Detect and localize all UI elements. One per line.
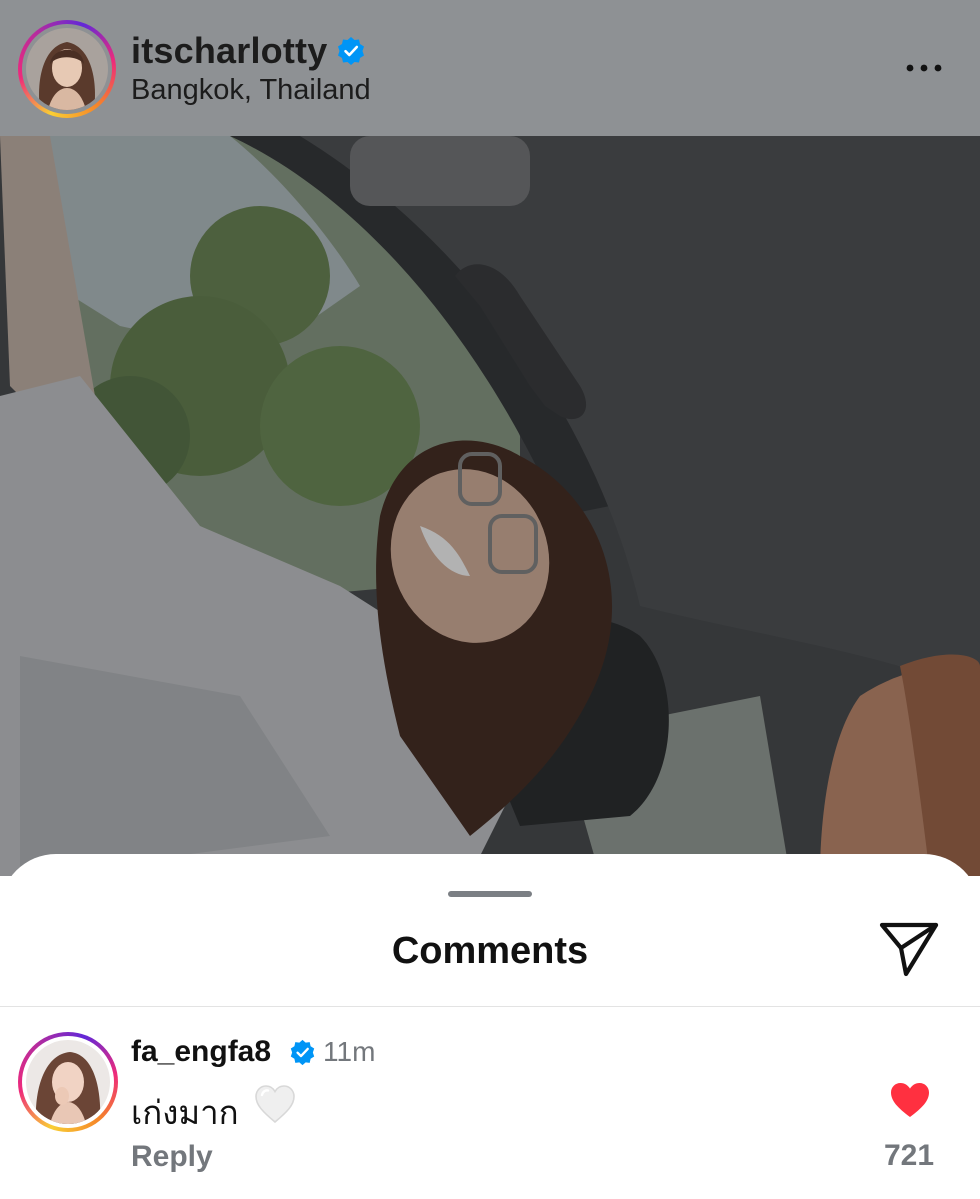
verified-badge-icon xyxy=(290,1039,315,1066)
send-icon[interactable] xyxy=(878,920,940,978)
post-photo-image xyxy=(0,136,980,876)
author-username[interactable]: itscharlotty xyxy=(131,30,327,72)
post-photo[interactable] xyxy=(0,136,980,876)
author-avatar-image xyxy=(26,28,108,110)
post-location[interactable]: Bangkok, Thailand xyxy=(131,74,371,107)
verified-badge-icon xyxy=(338,37,364,65)
white-heart-icon xyxy=(255,1085,295,1124)
post-header: itscharlotty Bangkok, Thailand xyxy=(0,0,980,136)
commenter-avatar-image xyxy=(26,1040,110,1124)
heart-filled-icon[interactable] xyxy=(889,1081,931,1119)
comment-username[interactable]: fa_engfa8 xyxy=(131,1035,271,1069)
sheet-title: Comments xyxy=(391,930,589,972)
comment-timestamp: 11m xyxy=(323,1036,376,1067)
author-avatar[interactable] xyxy=(18,20,116,118)
sheet-drag-handle[interactable] xyxy=(448,891,532,897)
sheet-divider xyxy=(0,1006,980,1007)
more-horizontal-icon[interactable] xyxy=(902,56,946,80)
like-count: 721 xyxy=(883,1139,935,1172)
reply-button[interactable]: Reply xyxy=(131,1140,213,1174)
commenter-avatar[interactable] xyxy=(18,1032,118,1132)
comment-text: เก่งมาก xyxy=(131,1093,239,1132)
